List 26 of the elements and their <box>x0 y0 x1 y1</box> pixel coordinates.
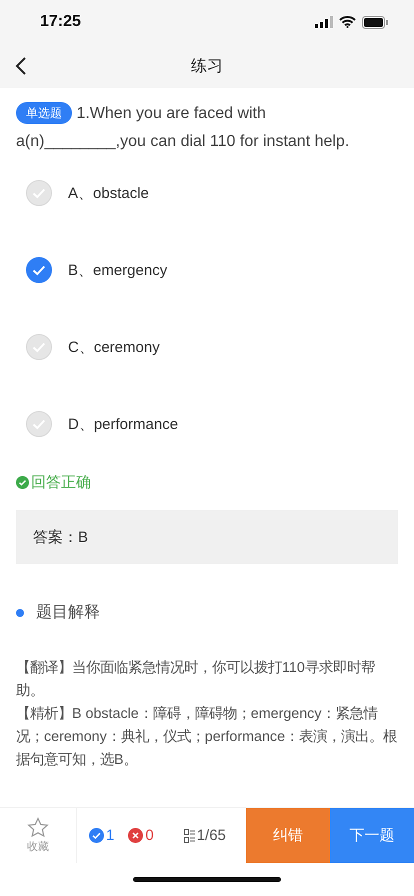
answer-option[interactable]: B、emergency <box>26 257 398 283</box>
answer-option[interactable]: A、obstacle <box>26 180 398 206</box>
question-type-badge: 单选题 <box>16 102 72 124</box>
status-time: 17:25 <box>40 13 81 31</box>
star-icon <box>27 817 49 839</box>
answer-option[interactable]: C、ceremony <box>26 334 398 360</box>
result-text: 回答正确 <box>31 473 91 492</box>
answer-option[interactable]: D、performance <box>26 411 398 437</box>
answer-text: 答案：B <box>33 528 88 546</box>
explanation-text: 【翻译】当你面临紧急情况时，你可以拨打110寻求即时帮助。 <box>16 659 376 701</box>
right-count: 1 <box>106 827 114 844</box>
signal-icon <box>315 16 333 28</box>
wrong-count: 0 <box>145 827 154 844</box>
cross-circle-icon <box>128 828 144 843</box>
question-text: 单选题 1.When you are faced with a(n)________,you can dial 110 for instant help. <box>16 100 398 156</box>
section-title: 题目解释 <box>36 603 100 623</box>
check-circle-icon <box>89 828 104 843</box>
explanation-text: 【精析】B obstacle：障碍，障碍物；emergency：紧急情况；ceremony：典礼，仪式；performance：表演，演出。根据句意可知，选B。 <box>16 704 398 770</box>
back-icon[interactable] <box>15 56 27 76</box>
wifi-icon <box>339 16 356 28</box>
bullet-dot-icon <box>16 608 24 616</box>
progress-button[interactable]: 1/65 <box>184 827 226 844</box>
page-title: 练习 <box>191 56 223 76</box>
battery-icon <box>362 16 388 28</box>
next-question-button[interactable]: 下一题 <box>330 808 414 863</box>
list-icon <box>184 828 195 842</box>
